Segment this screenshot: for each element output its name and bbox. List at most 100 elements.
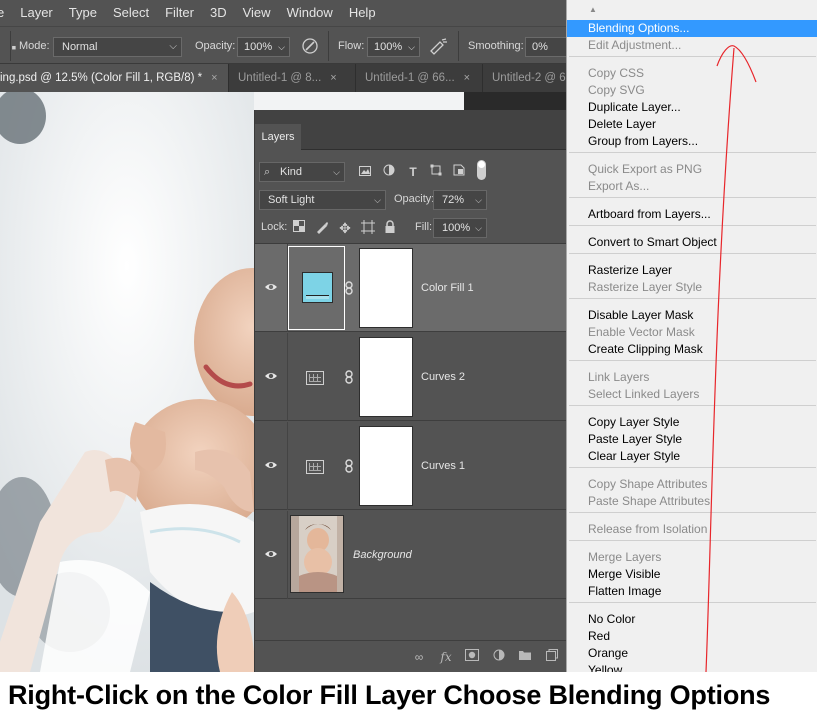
close-icon[interactable]: ×: [330, 72, 336, 84]
close-icon[interactable]: ×: [211, 72, 217, 84]
menu-item-select-linked-layers: Select Linked Layers: [588, 387, 700, 401]
menu-select[interactable]: Select: [105, 0, 157, 26]
menu-item-paste-layer-style[interactable]: Paste Layer Style: [567, 431, 817, 448]
fill-thumbnail-frame[interactable]: [288, 246, 345, 330]
type-filter-icon[interactable]: T: [405, 164, 421, 180]
menu-item-create-clipping-mask[interactable]: Create Clipping Mask: [567, 341, 817, 358]
menu-item-delete-layer[interactable]: Delete Layer: [567, 116, 817, 133]
flow-value: 100%: [374, 41, 403, 53]
tab-untitled-1-b[interactable]: Untitled-1 @ 66... ×: [355, 64, 482, 92]
layer-mask-thumbnail[interactable]: [359, 248, 413, 328]
lock-position-icon[interactable]: ✥: [337, 220, 353, 236]
add-mask-icon[interactable]: [464, 649, 480, 665]
fill-input[interactable]: 100% ⌵: [433, 218, 487, 238]
menu-separator: [569, 602, 816, 603]
blend-mode-select[interactable]: Soft Light ⌵: [259, 190, 386, 210]
menu-item-copy-svg: Copy SVG: [588, 83, 645, 97]
menu-item-clear-layer-style[interactable]: Clear Layer Style: [567, 448, 817, 465]
filter-row: ⌕ Kind ⌵ T: [255, 158, 567, 186]
menu-filter[interactable]: Filter: [157, 0, 202, 26]
menu-separator: [569, 405, 816, 406]
menu-item-red[interactable]: Red: [567, 628, 817, 645]
menu-item-group-from-layers[interactable]: Group from Layers...: [567, 133, 817, 150]
eye-icon[interactable]: [264, 282, 278, 292]
menu-item-blending-options[interactable]: Blending Options...: [567, 20, 817, 37]
menu-item-copy-layer-style[interactable]: Copy Layer Style: [567, 414, 817, 431]
menu-view[interactable]: View: [235, 0, 279, 26]
menu-item-orange[interactable]: Orange: [567, 645, 817, 662]
filter-toggle-switch[interactable]: [477, 160, 486, 180]
menu-item-convert-to-smart-object[interactable]: Convert to Smart Object: [567, 234, 817, 251]
layer-row-curves-1[interactable]: Curves 1: [255, 422, 567, 510]
menu-layer[interactable]: Layer: [12, 0, 61, 26]
adjustment-layer-icon[interactable]: [491, 649, 507, 665]
chevron-down-icon: ⌵: [475, 223, 482, 233]
canvas-photo[interactable]: [0, 92, 254, 672]
menu-item-merge-visible[interactable]: Merge Visible: [567, 566, 817, 583]
lock-transparent-icon[interactable]: [291, 220, 307, 236]
lock-artboard-icon[interactable]: [360, 220, 376, 236]
chain-link-icon[interactable]: [344, 459, 354, 473]
mode-select[interactable]: Normal ⌵: [53, 37, 182, 57]
menu-item-artboard-from-layers[interactable]: Artboard from Layers...: [567, 206, 817, 223]
layer-opacity-value: 72%: [442, 194, 465, 206]
canvas-strip: [254, 92, 464, 110]
eye-icon[interactable]: [264, 549, 278, 559]
menu-item-copy-shape-attributes: Copy Shape Attributes: [588, 477, 708, 491]
airbrush-icon[interactable]: [428, 37, 448, 57]
menu-separator: [569, 197, 816, 198]
menu-type[interactable]: Type: [61, 0, 105, 26]
layer-row-background[interactable]: Background: [255, 511, 567, 599]
fx-icon[interactable]: fx: [438, 649, 454, 665]
options-bar: ▪ Mode: Normal ⌵ Opacity: 100% ⌵ Flow: 1…: [0, 26, 570, 64]
layer-row-curves-2[interactable]: Curves 2: [255, 333, 567, 421]
lock-pixels-icon[interactable]: [314, 220, 330, 236]
eye-icon[interactable]: [264, 460, 278, 470]
smart-object-filter-icon[interactable]: [451, 164, 467, 180]
panel-footer: ∞ fx: [255, 640, 567, 672]
flow-input[interactable]: 100% ⌵: [367, 37, 420, 57]
menu-item-duplicate-layer[interactable]: Duplicate Layer...: [567, 99, 817, 116]
menu-item-rasterize-layer[interactable]: Rasterize Layer: [567, 262, 817, 279]
tab-layers[interactable]: Layers: [255, 124, 301, 150]
menu-window[interactable]: Window: [279, 0, 341, 26]
opacity-input[interactable]: 100% ⌵: [237, 37, 290, 57]
tab-active-document[interactable]: ing.psd @ 12.5% (Color Fill 1, RGB/8) * ×: [0, 64, 228, 92]
menu-help[interactable]: Help: [341, 0, 384, 26]
chain-link-icon[interactable]: [344, 370, 354, 384]
new-layer-icon[interactable]: [544, 649, 560, 665]
layer-name: Background: [353, 549, 412, 561]
eye-icon[interactable]: [264, 371, 278, 381]
shape-filter-icon[interactable]: [428, 164, 444, 180]
menu-item-flatten-image[interactable]: Flatten Image: [567, 583, 817, 600]
image-filter-icon[interactable]: [357, 164, 373, 180]
close-icon[interactable]: ×: [464, 72, 470, 84]
toggle-knob: [478, 161, 485, 168]
layer-opacity-input[interactable]: 72% ⌵: [433, 190, 487, 210]
opacity-value: 100%: [244, 41, 273, 53]
chain-link-icon[interactable]: [344, 281, 354, 295]
menu-item-no-color[interactable]: No Color: [567, 611, 817, 628]
layer-mask-thumbnail[interactable]: [359, 426, 413, 506]
folder-icon[interactable]: [517, 649, 533, 665]
lock-all-icon[interactable]: [382, 220, 398, 236]
pressure-opacity-icon[interactable]: [300, 37, 320, 57]
menu-edit[interactable]: e: [0, 0, 12, 26]
curves-adjustment-icon[interactable]: [306, 460, 324, 474]
layer-mask-thumbnail[interactable]: [359, 337, 413, 417]
menu-item-disable-layer-mask[interactable]: Disable Layer Mask: [567, 307, 817, 324]
background-thumbnail[interactable]: [290, 515, 344, 593]
menu-3d[interactable]: 3D: [202, 0, 235, 26]
menu-item-yellow[interactable]: Yellow: [567, 662, 817, 672]
scroll-up-arrow-icon[interactable]: ▲: [589, 5, 597, 14]
link-layers-icon[interactable]: ∞: [411, 649, 427, 665]
curves-adjustment-icon[interactable]: [306, 371, 324, 385]
tab-untitled-2[interactable]: Untitled-2 @ 6: [482, 64, 566, 92]
filter-kind-select[interactable]: ⌕ Kind ⌵: [259, 162, 345, 182]
adjustment-filter-icon[interactable]: [381, 164, 397, 180]
menu-item-export-as: Export As...: [588, 179, 650, 193]
layer-row-color-fill-1[interactable]: Color Fill 1: [255, 244, 567, 332]
smoothing-input[interactable]: 0%: [525, 37, 570, 57]
tab-untitled-1-a[interactable]: Untitled-1 @ 8... ×: [228, 64, 355, 92]
divider: [10, 31, 11, 61]
